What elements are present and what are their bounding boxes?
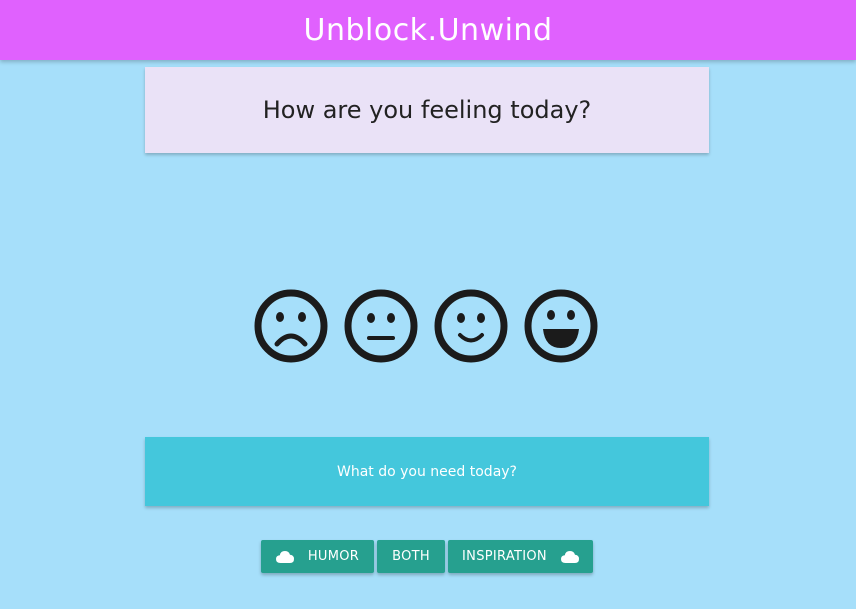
mood-selector xyxy=(253,288,603,364)
sad-face-icon[interactable] xyxy=(253,288,329,364)
content-type-buttons: HUMOR BOTH INSPIRATION xyxy=(261,540,593,573)
inspiration-button[interactable]: INSPIRATION xyxy=(448,540,593,573)
top-navbar: Unblock.Unwind xyxy=(0,0,856,60)
brand-logo-link[interactable]: Unblock.Unwind xyxy=(303,13,552,48)
question-card: How are you feeling today? xyxy=(145,67,709,153)
cloud-icon xyxy=(560,550,579,563)
grin-face-icon[interactable] xyxy=(523,288,599,364)
smile-face-icon[interactable] xyxy=(433,288,509,364)
need-card: What do you need today? xyxy=(145,437,709,506)
question-title: How are you feeling today? xyxy=(262,96,592,124)
humor-button[interactable]: HUMOR xyxy=(261,540,374,573)
both-button-label: BOTH xyxy=(392,549,430,564)
inspiration-button-label: INSPIRATION xyxy=(462,549,547,564)
humor-button-label: HUMOR xyxy=(307,549,360,564)
neutral-face-icon[interactable] xyxy=(343,288,419,364)
cloud-icon xyxy=(275,550,294,563)
both-button[interactable]: BOTH xyxy=(377,540,445,573)
need-prompt: What do you need today? xyxy=(337,463,517,480)
